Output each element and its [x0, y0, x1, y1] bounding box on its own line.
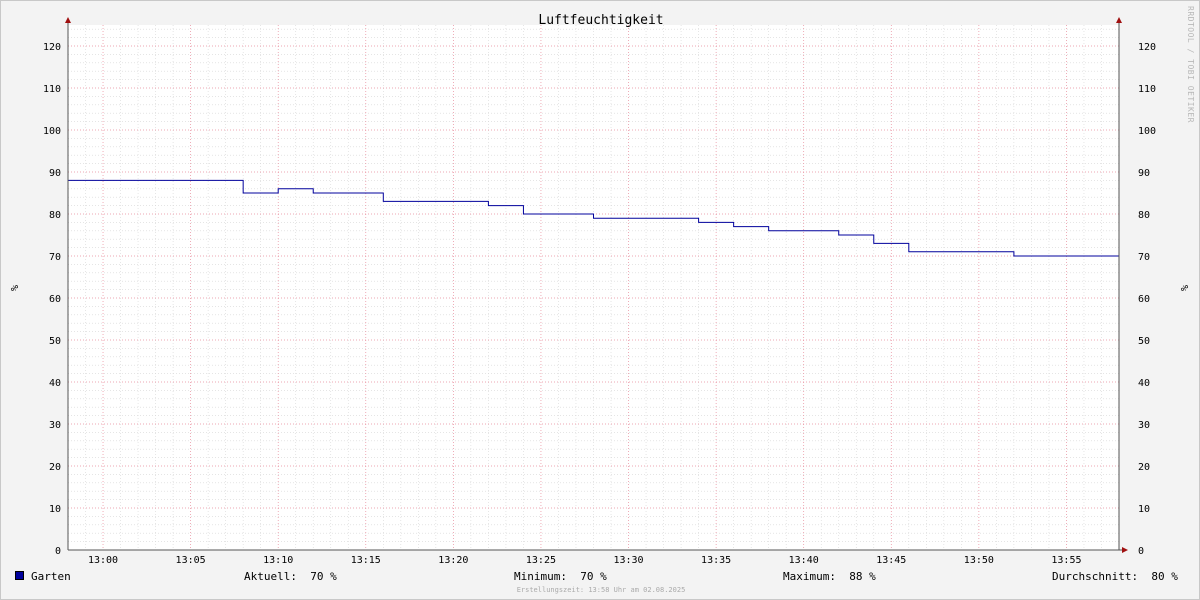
legend-minimum: Minimum: 70 % — [514, 570, 607, 583]
y-axis-arrow-left — [65, 17, 71, 23]
y-tick-label: 10 — [1138, 504, 1150, 515]
y-tick-label: 80 — [1138, 210, 1150, 221]
y-tick-label: 120 — [43, 42, 61, 53]
y-tick-label: 90 — [49, 168, 61, 179]
legend-swatch — [15, 571, 24, 580]
chart-title: Luftfeuchtigkeit — [538, 13, 663, 28]
x-tick-label: 13:20 — [438, 555, 468, 566]
y-tick-label: 120 — [1138, 42, 1156, 53]
creation-time: Erstellungszeit: 13:58 Uhr am 02.08.2025 — [516, 586, 686, 594]
y-tick-label: 70 — [49, 252, 61, 263]
x-tick-label: 13:45 — [876, 555, 906, 566]
y-tick-label: 30 — [1138, 420, 1150, 431]
y-tick-label: 100 — [1138, 126, 1156, 137]
watermark: RRDTOOL / TOBI OETIKER — [1186, 6, 1195, 123]
legend-average: Durchschnitt: 80 % — [1052, 570, 1178, 583]
y-tick-label: 40 — [1138, 378, 1150, 389]
y-tick-label: 50 — [1138, 336, 1150, 347]
x-tick-labels: 13:00 13:05 13:10 13:15 13:20 13:25 13:30 13:35… — [88, 555, 1082, 566]
y-tick-label: 20 — [1138, 462, 1150, 473]
y-tick-label: 70 — [1138, 252, 1150, 263]
y-tick-labels-right: 0 10 20 30 40 50 60 70 80 90 100 110 120 — [1138, 42, 1156, 557]
y-tick-label: 50 — [49, 336, 61, 347]
humidity-chart: 0 10 20 30 40 50 60 70 80 90 100 110 120 0 10 20 30 40 50… — [8, 6, 1195, 566]
y-axis-label-right: % — [1178, 285, 1189, 291]
y-tick-label: 20 — [49, 462, 61, 473]
legend-series-name: Garten — [31, 570, 71, 583]
legend-current: Aktuell: 70 % — [244, 570, 337, 583]
y-axis-label-left: % — [8, 285, 19, 291]
y-tick-label: 60 — [1138, 294, 1150, 305]
y-tick-label: 80 — [49, 210, 61, 221]
y-tick-label: 40 — [49, 378, 61, 389]
x-tick-label: 13:00 — [88, 555, 118, 566]
y-tick-label: 100 — [43, 126, 61, 137]
y-tick-label: 10 — [49, 504, 61, 515]
y-tick-label: 110 — [1138, 84, 1156, 95]
y-tick-labels-left: 0 10 20 30 40 50 60 70 80 90 100 110 120 — [43, 42, 61, 557]
y-tick-label: 60 — [49, 294, 61, 305]
legend: Garten Aktuell: 70 % Minimum: 70 % Maxim… — [1, 567, 1200, 585]
y-tick-label: 110 — [43, 84, 61, 95]
x-tick-label: 13:35 — [701, 555, 731, 566]
x-tick-label: 13:25 — [526, 555, 556, 566]
chart-frame: 0 10 20 30 40 50 60 70 80 90 100 110 120 0 10 20 30 40 50… — [0, 0, 1200, 600]
x-tick-label: 13:40 — [789, 555, 819, 566]
y-tick-label: 0 — [55, 546, 61, 557]
y-axis-arrow-right — [1116, 17, 1122, 23]
x-tick-label: 13:55 — [1051, 555, 1081, 566]
y-tick-label: 90 — [1138, 168, 1150, 179]
x-axis-arrow — [1122, 547, 1128, 553]
x-tick-label: 13:05 — [176, 555, 206, 566]
x-tick-label: 13:15 — [351, 555, 381, 566]
y-tick-label: 30 — [49, 420, 61, 431]
x-tick-label: 13:10 — [263, 555, 293, 566]
legend-maximum: Maximum: 88 % — [783, 570, 876, 583]
x-tick-label: 13:30 — [613, 555, 643, 566]
y-tick-label: 0 — [1138, 546, 1144, 557]
x-tick-label: 13:50 — [964, 555, 994, 566]
